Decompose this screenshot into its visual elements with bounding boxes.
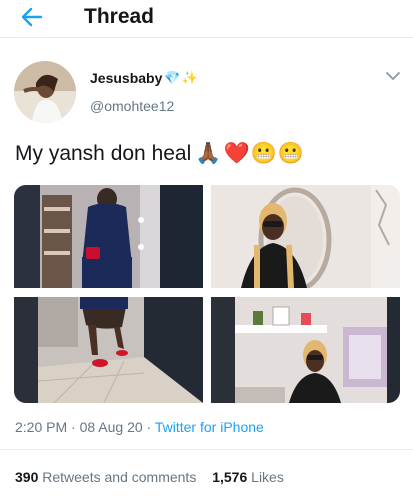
retweets-label: Retweets and comments bbox=[42, 469, 197, 485]
media-photo-1[interactable] bbox=[14, 185, 203, 288]
avatar[interactable] bbox=[14, 61, 76, 123]
gem-emoji: 💎 bbox=[164, 70, 181, 85]
sparkles-emoji: ✨ bbox=[181, 70, 198, 85]
tweet-body: My yansh don heal bbox=[15, 142, 192, 165]
tweet-stats: 390 Retweets and comments 1,576 Likes bbox=[15, 469, 284, 485]
divider bbox=[0, 449, 413, 450]
media-photo-2[interactable] bbox=[211, 185, 400, 288]
retweets-stat[interactable]: 390 Retweets and comments bbox=[15, 469, 200, 485]
folded-hands-emoji: 🙏🏾 bbox=[195, 142, 222, 165]
arrow-left-icon bbox=[21, 7, 43, 27]
user-handle[interactable]: @omohtee12 bbox=[90, 98, 174, 114]
media-grid bbox=[14, 185, 400, 403]
tweet-text: My yansh don heal 🙏🏾 ❤️ 😬 😬 bbox=[15, 142, 304, 166]
chevron-down-icon[interactable] bbox=[385, 70, 401, 82]
media-photo-4[interactable] bbox=[211, 297, 400, 403]
back-button[interactable] bbox=[18, 4, 46, 30]
author-name-row: Jesusbaby 💎 ✨ bbox=[90, 70, 198, 86]
display-name[interactable]: Jesusbaby bbox=[90, 70, 162, 86]
likes-label: Likes bbox=[251, 469, 284, 485]
grimacing-face-emoji: 😬 bbox=[277, 142, 304, 165]
likes-stat[interactable]: 1,576 Likes bbox=[212, 469, 284, 485]
tweet-date: 08 Aug 20 bbox=[79, 419, 143, 435]
meta-separator: · bbox=[71, 419, 76, 435]
tweet-emojis: 🙏🏾 ❤️ 😬 😬 bbox=[194, 142, 304, 166]
meta-separator: · bbox=[146, 419, 152, 435]
tweet-time: 2:20 PM bbox=[15, 419, 68, 435]
likes-count: 1,576 bbox=[212, 469, 248, 485]
tweet-metadata: 2:20 PM · 08 Aug 20 · Twitter for iPhone bbox=[15, 419, 264, 435]
avatar-image bbox=[14, 61, 76, 123]
grimacing-face-emoji: 😬 bbox=[250, 142, 277, 165]
red-heart-emoji: ❤️ bbox=[223, 142, 250, 165]
tweet-source-link[interactable]: Twitter for iPhone bbox=[155, 419, 264, 435]
top-bar: Thread bbox=[0, 0, 413, 38]
media-photo-3[interactable] bbox=[14, 297, 203, 403]
retweets-count: 390 bbox=[15, 469, 39, 485]
page-title: Thread bbox=[84, 5, 155, 28]
